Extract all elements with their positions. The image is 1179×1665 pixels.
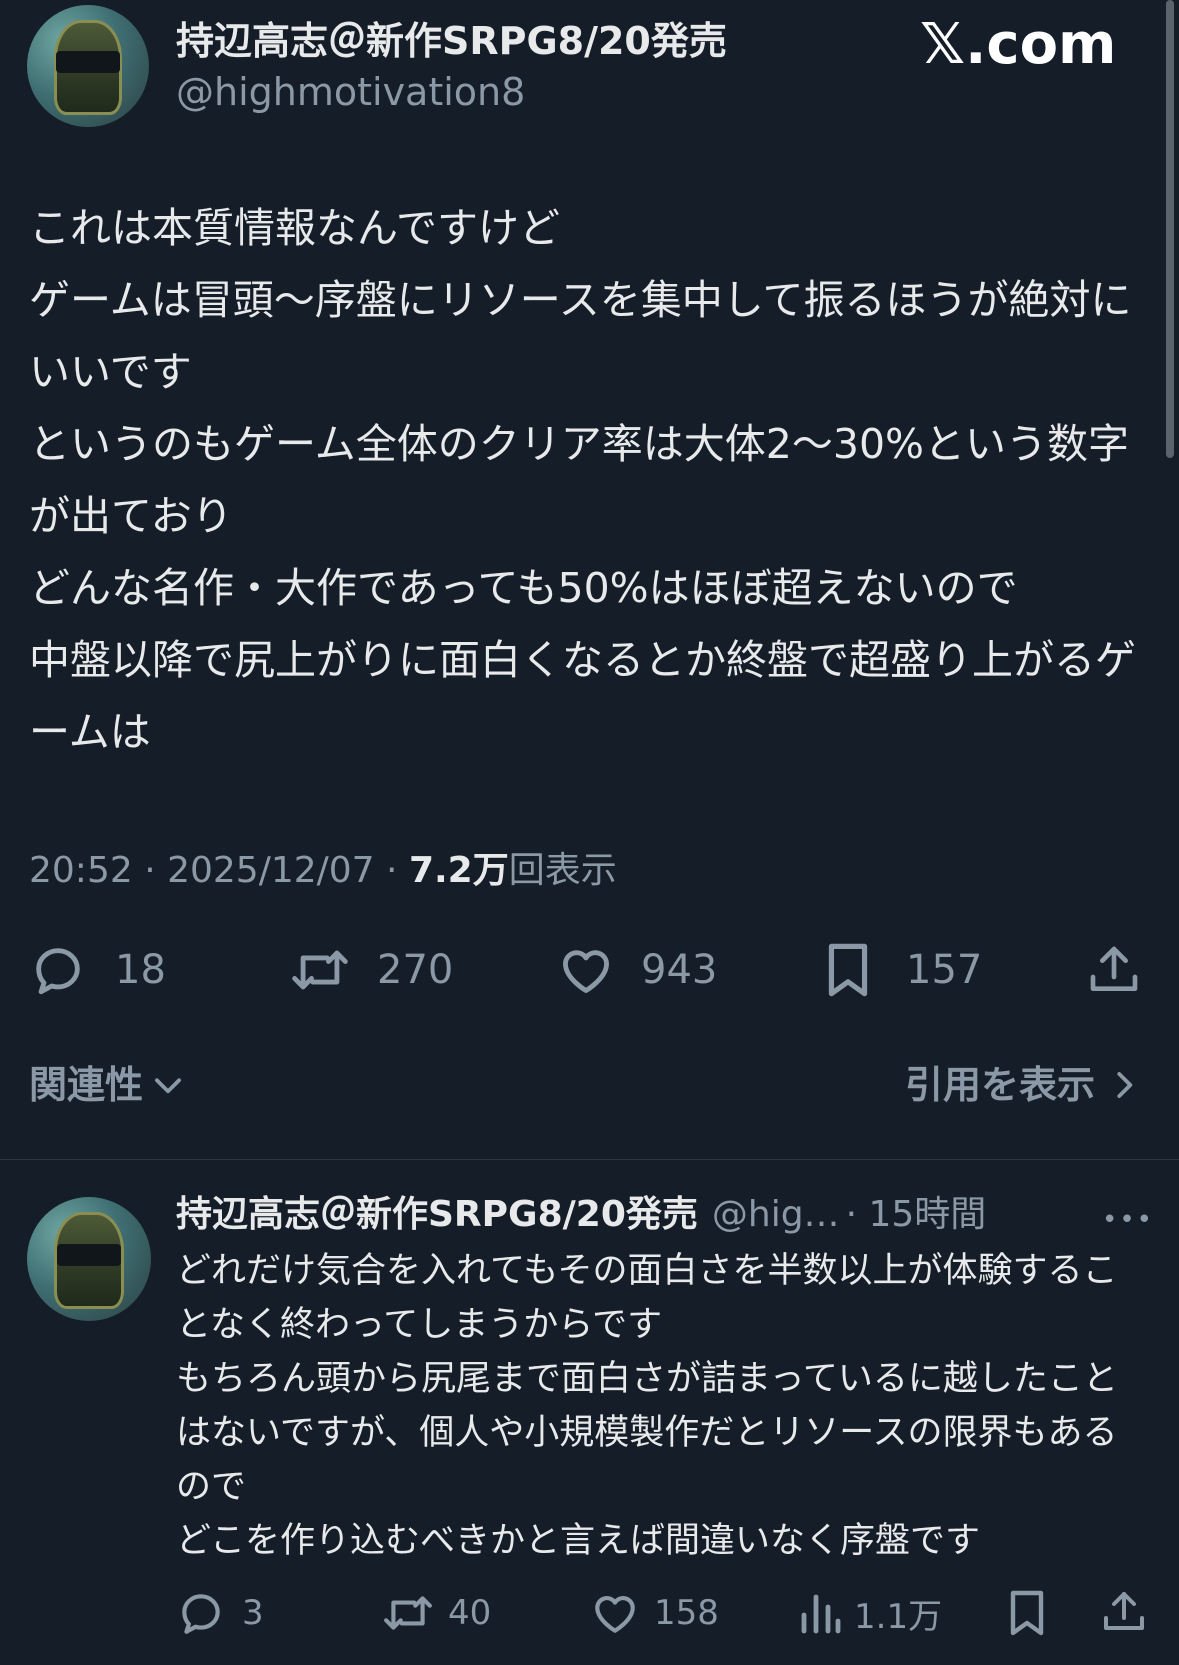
reply-button[interactable]: 18: [29, 940, 166, 1000]
repost-icon: [384, 1596, 432, 1630]
section-divider: [0, 1159, 1179, 1160]
views-count: 7.2万: [408, 850, 509, 891]
like-button[interactable]: 943: [557, 940, 717, 1000]
repost-count: 270: [377, 947, 454, 993]
bookmark-icon: [828, 943, 868, 997]
brand-logo: 𝕏.com: [920, 12, 1117, 77]
author-name[interactable]: 持辺高志＠新作SRPG8/20発売: [176, 16, 727, 66]
tweet-meta: 20:52 · 2025/12/07 · 7.2万回表示: [29, 848, 617, 894]
tweet-date[interactable]: 2025/12/07: [167, 850, 375, 891]
bookmark-icon: [1010, 1590, 1044, 1636]
reply-reply-count: 3: [242, 1593, 264, 1633]
sort-selector[interactable]: 関連性: [29, 1060, 187, 1110]
meta-separator: ·: [132, 850, 168, 891]
meta-separator: ·: [374, 850, 409, 891]
author-avatar[interactable]: [27, 5, 149, 127]
view-quotes-label: 引用を表示: [904, 1063, 1095, 1107]
share-button[interactable]: [1086, 942, 1142, 998]
reply-repost-button[interactable]: 40: [380, 1588, 491, 1638]
views-label: 回表示: [508, 850, 617, 891]
reply-count: 18: [115, 947, 166, 993]
author-handle[interactable]: @highmotivation8: [176, 67, 525, 117]
reply-share-button[interactable]: [1100, 1588, 1148, 1636]
tweet-text: これは本質情報なんですけど ゲームは冒頭〜序盤にリソースを集中して振るほうが絶対…: [29, 204, 1136, 756]
reply-text: どれだけ気合を入れてもその面白さを半数以上が体験することなく終わってしまうからで…: [176, 1251, 1118, 1561]
reply-like-button[interactable]: 158: [590, 1588, 719, 1638]
sort-label: 関連性: [29, 1063, 144, 1107]
reply-header: 持辺高志＠新作SRPG8/20発売 @hig… · 15時間: [176, 1190, 986, 1240]
share-icon: [1104, 1592, 1144, 1630]
helmet-visor: [56, 51, 120, 74]
bookmark-count: 157: [906, 947, 983, 993]
like-count: 943: [641, 947, 718, 993]
reply-bookmark-button[interactable]: [1005, 1588, 1049, 1638]
reply-time[interactable]: · 15時間: [846, 1194, 987, 1235]
more-options-button[interactable]: •••: [1102, 1200, 1154, 1240]
bookmark-button[interactable]: 157: [822, 940, 982, 1000]
more-icon: •••: [1102, 1205, 1155, 1235]
scrollbar[interactable]: [1166, 0, 1174, 458]
chevron-right-icon: [1117, 1072, 1133, 1098]
views-icon: [801, 1594, 841, 1634]
share-icon: [1090, 946, 1138, 991]
helmet-visor: [56, 1244, 122, 1267]
tweet-time[interactable]: 20:52: [29, 850, 133, 891]
reply-author-name[interactable]: 持辺高志＠新作SRPG8/20発売: [176, 1194, 698, 1235]
like-icon: [595, 1596, 635, 1633]
repost-icon: [292, 950, 348, 990]
reply-repost-count: 40: [448, 1593, 492, 1633]
reply-views-count: 1.1万: [854, 1596, 943, 1637]
view-quotes-link[interactable]: 引用を表示: [905, 1060, 1143, 1110]
reply-views-button[interactable]: 1.1万: [798, 1588, 942, 1638]
reply-reply-button[interactable]: 3: [176, 1588, 264, 1638]
reply-icon: [182, 1594, 220, 1634]
reply-author-handle[interactable]: @hig…: [712, 1194, 840, 1235]
like-icon: [563, 950, 609, 993]
chevron-down-icon: [155, 1078, 181, 1094]
repost-button[interactable]: 270: [287, 940, 453, 1000]
reply-like-count: 158: [654, 1593, 719, 1633]
reply-author-avatar[interactable]: [27, 1197, 151, 1321]
reply-icon: [36, 948, 80, 995]
